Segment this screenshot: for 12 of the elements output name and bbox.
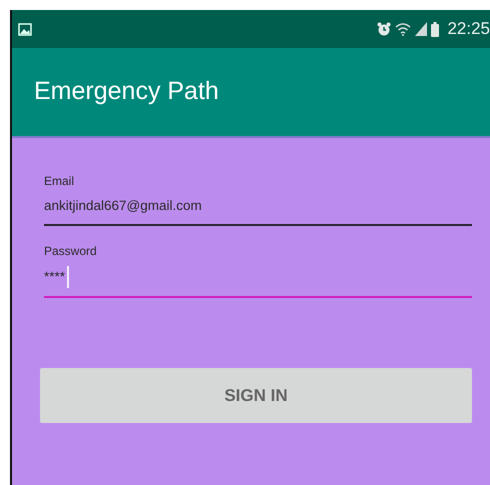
app-title: Emergency Path [34,76,219,108]
battery-icon [431,22,440,36]
sign-in-button[interactable]: SIGN IN [40,368,472,424]
image-icon [18,22,32,36]
alarm-icon [377,22,392,36]
signal-icon [415,22,428,36]
field-label: Email [44,173,76,190]
wifi-icon [395,22,412,36]
field-label: Password [44,243,98,260]
status-time: 22:25 [447,18,490,40]
input-field[interactable]: ankitjindal667@gmail.com [44,190,472,226]
input-field[interactable]: **** [44,260,472,298]
